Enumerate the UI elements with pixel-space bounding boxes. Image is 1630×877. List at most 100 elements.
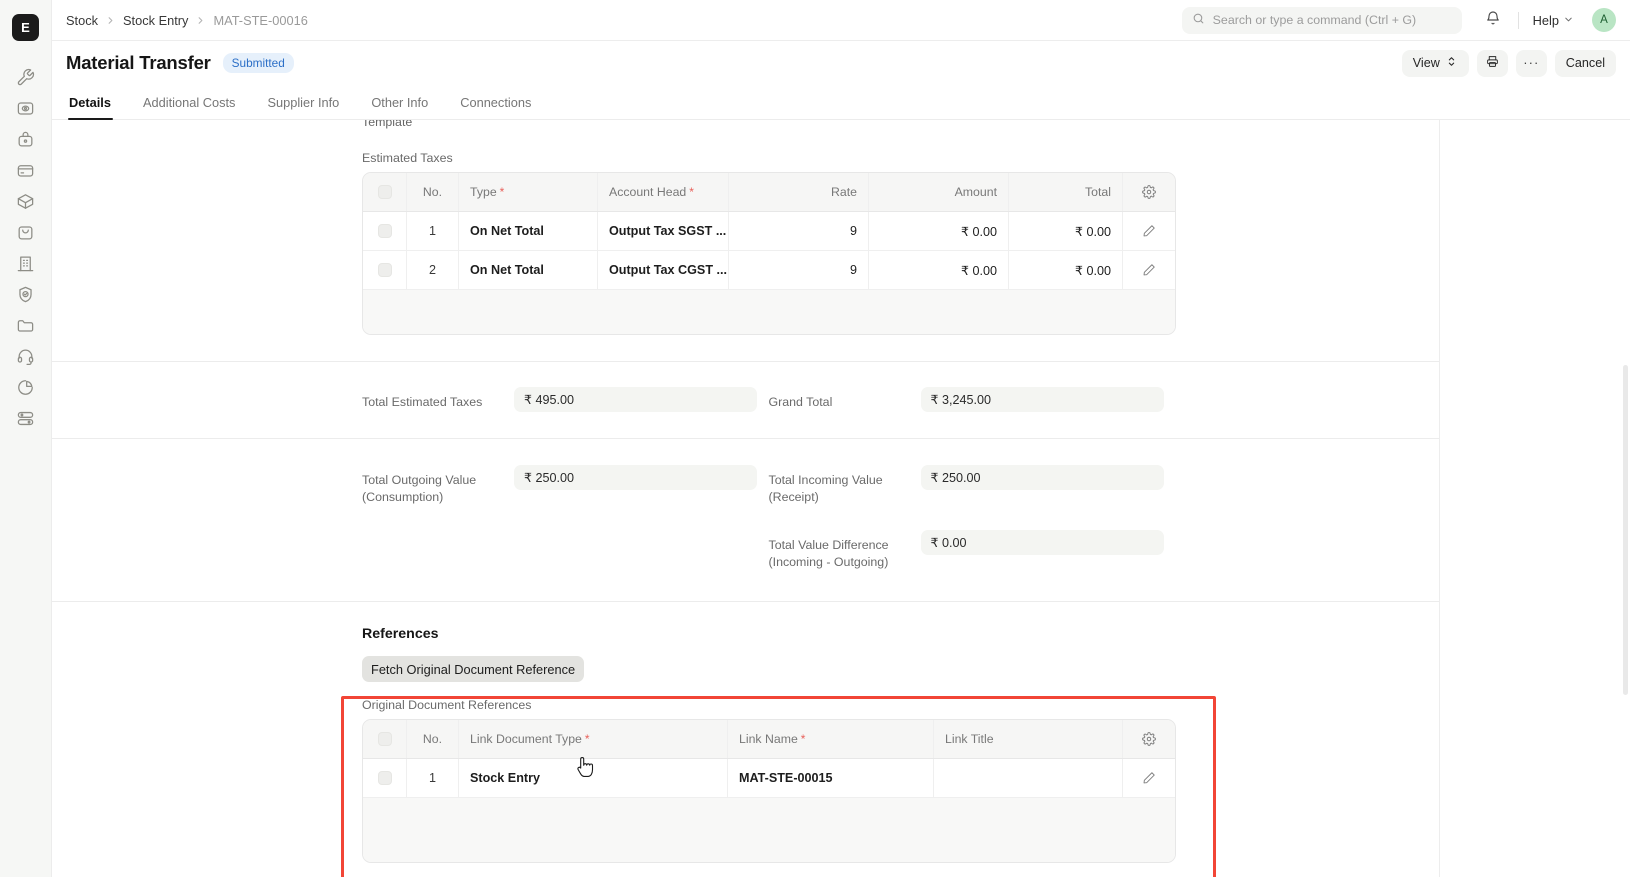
print-button[interactable] [1476, 49, 1508, 77]
fetch-original-document-reference-button[interactable]: Fetch Original Document Reference [362, 656, 585, 682]
row-checkbox[interactable] [363, 251, 407, 289]
original-document-references-label: Original Document References [362, 698, 532, 712]
table-row[interactable]: 1 On Net Total Output Tax SGST ... 9 ₹ 0… [363, 212, 1175, 251]
row-no: 1 [407, 212, 459, 250]
required-asterisk: * [584, 732, 590, 746]
column-link-document-type: Link Document Type * [459, 720, 728, 758]
row-account-head[interactable]: Output Tax CGST ... [598, 251, 729, 289]
grid-header-row: No. Link Document Type * Link Name * Link … [363, 720, 1175, 759]
references-heading: References [362, 626, 439, 642]
building-icon[interactable] [10, 247, 42, 279]
search-input[interactable]: Search or type a command (Ctrl + G) [1181, 6, 1462, 34]
tab-details[interactable]: Details [66, 95, 127, 120]
folder-icon[interactable] [10, 309, 42, 341]
bell-icon [1485, 10, 1501, 31]
grand-total-value: ₹ 3,245.00 [920, 387, 1164, 412]
avatar[interactable]: A [1592, 8, 1616, 32]
template-label: Template [362, 120, 413, 129]
row-link-document-type[interactable]: Stock Entry [459, 759, 728, 797]
column-account-head-label: Account Head [609, 185, 687, 199]
tab-other-info[interactable]: Other Info [355, 95, 444, 119]
column-type: Type * [459, 173, 598, 211]
card-icon[interactable] [10, 154, 42, 186]
tab-additional-costs[interactable]: Additional Costs [127, 95, 251, 119]
total-incoming-field: Total Incoming Value (Receipt) ₹ 250.00 [769, 465, 1176, 506]
vertical-scrollbar[interactable] [1623, 365, 1628, 695]
cancel-button[interactable]: Cancel [1554, 49, 1616, 77]
template-field-block: Template [52, 120, 1439, 129]
help-label: Help [1532, 12, 1559, 28]
column-amount: Amount [869, 173, 1009, 211]
grid-settings-gear-icon[interactable] [1123, 720, 1175, 758]
main-area: Stock Stock Entry MAT-STE-00016 Search o… [52, 0, 1630, 877]
table-row[interactable]: 2 On Net Total Output Tax CGST ... 9 ₹ 0… [363, 251, 1175, 290]
column-rate: Rate [729, 173, 869, 211]
row-total: ₹ 0.00 [1009, 212, 1123, 250]
row-checkbox[interactable] [363, 759, 407, 797]
page-title: Material Transfer [66, 52, 211, 73]
row-type[interactable]: On Net Total [459, 212, 598, 250]
row-no: 1 [407, 759, 459, 797]
more-actions-button[interactable]: ··· [1515, 49, 1547, 77]
package-icon[interactable] [10, 185, 42, 217]
column-link-title: Link Title [934, 720, 1123, 758]
required-asterisk: * [499, 185, 505, 199]
grid-footer-area [363, 290, 1175, 334]
column-link-name: Link Name * [728, 720, 934, 758]
table-row[interactable]: 1 Stock Entry MAT-STE-00015 [363, 759, 1175, 798]
row-amount[interactable]: ₹ 0.00 [869, 251, 1009, 289]
top-navbar: Stock Stock Entry MAT-STE-00016 Search o… [52, 0, 1630, 41]
row-rate[interactable]: 9 [729, 251, 869, 289]
chevron-down-icon [1563, 13, 1574, 28]
checkbox-icon [377, 771, 392, 785]
pie-chart-icon[interactable] [10, 371, 42, 403]
navbar-right: Search or type a command (Ctrl + G) Help… [1181, 5, 1616, 35]
row-type[interactable]: On Net Total [459, 251, 598, 289]
total-outgoing-field: Total Outgoing Value (Consumption) ₹ 250… [362, 465, 769, 571]
total-outgoing-label: Total Outgoing Value (Consumption) [362, 473, 477, 504]
references-block: References Fetch Original Document Refer… [52, 602, 1439, 863]
breadcrumb-item-stock[interactable]: Stock [66, 13, 98, 28]
totals-block-1: Total Estimated Taxes ₹ 495.00 Grand Tot… [52, 362, 1439, 438]
totals-row-2: Total Outgoing Value (Consumption) ₹ 250… [362, 465, 1175, 571]
row-edit-pencil-icon[interactable] [1123, 212, 1175, 250]
estimated-taxes-block: Estimated Taxes No. Type * Account Head * … [52, 129, 1439, 361]
headset-icon[interactable] [10, 340, 42, 372]
help-menu-button[interactable]: Help [1529, 9, 1578, 32]
row-link-title[interactable] [934, 759, 1123, 797]
cancel-label: Cancel [1565, 56, 1605, 70]
total-estimated-taxes-value: ₹ 495.00 [514, 387, 757, 412]
breadcrumb-item-stock-entry[interactable]: Stock Entry [123, 13, 188, 28]
notifications-button[interactable] [1478, 5, 1508, 35]
column-no: No. [407, 173, 459, 211]
checkbox-icon [377, 224, 392, 238]
row-link-name[interactable]: MAT-STE-00015 [728, 759, 934, 797]
required-asterisk-2: * [800, 732, 806, 746]
row-amount[interactable]: ₹ 0.00 [869, 212, 1009, 250]
select-all-checkbox[interactable] [363, 720, 407, 758]
database-icon[interactable] [10, 402, 42, 434]
form-side-column [1440, 120, 1630, 877]
grid-settings-gear-icon[interactable] [1123, 173, 1175, 211]
app-logo[interactable]: E [12, 14, 39, 41]
tools-icon[interactable] [10, 61, 42, 93]
view-button[interactable]: View [1401, 49, 1469, 77]
totals-row-1: Total Estimated Taxes ₹ 495.00 Grand Tot… [362, 387, 1175, 412]
bag-icon[interactable] [10, 216, 42, 248]
column-account-head: Account Head * [598, 173, 729, 211]
page-header-actions: View ··· Cancel [1401, 49, 1616, 77]
row-account-head[interactable]: Output Tax SGST ... [598, 212, 729, 250]
required-asterisk-2: * [689, 185, 694, 199]
row-checkbox[interactable] [363, 212, 407, 250]
shield-check-icon[interactable] [10, 278, 42, 310]
monitor-icon[interactable] [10, 92, 42, 124]
row-edit-pencil-icon[interactable] [1123, 251, 1175, 289]
select-all-checkbox[interactable] [363, 173, 407, 211]
row-rate[interactable]: 9 [729, 212, 869, 250]
lock-icon[interactable] [10, 123, 42, 155]
page-header: Material Transfer Submitted View ··· Can… [52, 41, 1630, 85]
tab-connections[interactable]: Connections [444, 95, 547, 119]
tab-supplier-info[interactable]: Supplier Info [251, 95, 355, 119]
row-edit-pencil-icon[interactable] [1123, 759, 1175, 797]
incoming-fields-column: Total Incoming Value (Receipt) ₹ 250.00 … [769, 465, 1176, 571]
